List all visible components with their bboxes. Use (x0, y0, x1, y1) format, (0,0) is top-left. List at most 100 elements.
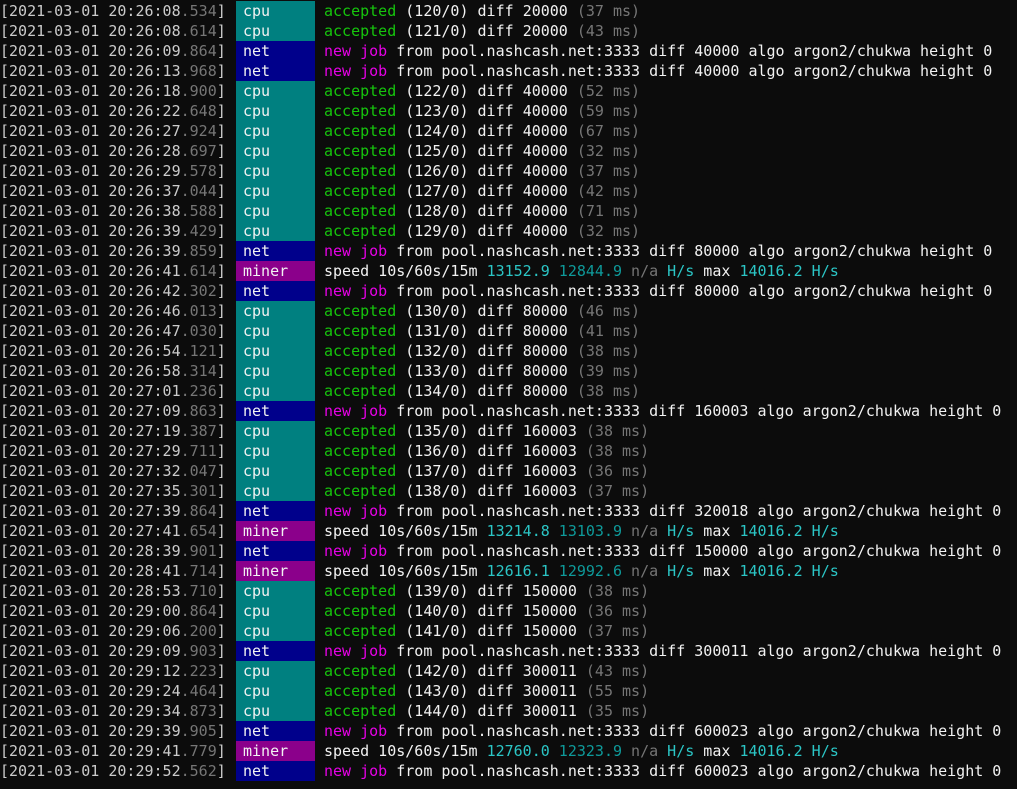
timestamp-ms: .859 (180, 242, 217, 260)
log-message: accepted (131/0) diff 80000 (41 ms) (324, 321, 640, 341)
log-line: [2021-03-01 20:27:19.387] cpu accepted (13… (0, 421, 1017, 441)
timestamp-text: [2021-03-01 20:29:06 (0, 622, 181, 640)
timestamp-ms: .648 (180, 102, 217, 120)
difficulty-value: 160003 (522, 482, 577, 500)
latency-value: (36 ms) (576, 462, 650, 480)
job-details: from pool.nashcash.net:3333 diff 600023 … (387, 762, 1002, 780)
log-message: new job from pool.nashcash.net:3333 diff… (324, 501, 1001, 521)
job-details: from pool.nashcash.net:3333 diff 600023 … (387, 722, 1002, 740)
log-timestamp: [2021-03-01 20:26:09.864] (0, 41, 226, 61)
timestamp-text: [2021-03-01 20:27:32 (0, 462, 181, 480)
new-job-label: new job (324, 42, 388, 60)
log-line: [2021-03-01 20:26:08.534] cpu accepted (12… (0, 1, 1017, 21)
latency-value: (41 ms) (567, 322, 641, 340)
timestamp-text: [2021-03-01 20:29:09 (0, 642, 181, 660)
log-line: [2021-03-01 20:26:39.859] net new job from… (0, 241, 1017, 261)
log-timestamp: [2021-03-01 20:27:09.863] (0, 401, 226, 421)
log-tag-cpu: cpu (236, 141, 315, 161)
log-timestamp: [2021-03-01 20:26:37.044] (0, 181, 226, 201)
log-timestamp: [2021-03-01 20:27:41.654] (0, 521, 226, 541)
timestamp-ms: .901 (180, 542, 217, 560)
accepted-label: accepted (324, 122, 397, 140)
latency-value: (38 ms) (576, 582, 650, 600)
timestamp-bracket: ] (216, 222, 226, 240)
share-count: (136/0) diff (396, 442, 523, 460)
accepted-label: accepted (324, 422, 397, 440)
share-count: (140/0) diff (396, 602, 523, 620)
timestamp-bracket: ] (216, 482, 226, 500)
log-timestamp: [2021-03-01 20:29:06.200] (0, 621, 226, 641)
timestamp-ms: .429 (180, 222, 217, 240)
log-tag-cpu: cpu (236, 661, 315, 681)
log-message: accepted (138/0) diff 160003 (37 ms) (324, 481, 649, 501)
share-count: (126/0) diff (396, 162, 523, 180)
log-timestamp: [2021-03-01 20:26:47.030] (0, 321, 226, 341)
timestamp-text: [2021-03-01 20:26:58 (0, 362, 181, 380)
log-message: speed 10s/60s/15m 13214.8 13103.9 n/a H/… (324, 521, 839, 541)
timestamp-text: [2021-03-01 20:26:28 (0, 142, 181, 160)
log-message: speed 10s/60s/15m 13152.9 12844.9 n/a H/… (324, 261, 839, 281)
log-message: accepted (141/0) diff 150000 (37 ms) (324, 621, 649, 641)
log-timestamp: [2021-03-01 20:29:24.464] (0, 681, 226, 701)
timestamp-bracket: ] (216, 302, 226, 320)
log-line: [2021-03-01 20:29:39.905] net new job from… (0, 721, 1017, 741)
difficulty-value: 40000 (522, 102, 568, 120)
timestamp-text: [2021-03-01 20:26:39 (0, 222, 181, 240)
accepted-label: accepted (324, 582, 397, 600)
timestamp-text: [2021-03-01 20:26:29 (0, 162, 181, 180)
accepted-label: accepted (324, 222, 397, 240)
log-message: accepted (123/0) diff 40000 (59 ms) (324, 101, 640, 121)
log-message: new job from pool.nashcash.net:3333 diff… (324, 61, 992, 81)
timestamp-text: [2021-03-01 20:26:22 (0, 102, 181, 120)
difficulty-value: 40000 (522, 222, 568, 240)
difficulty-value: 80000 (522, 322, 568, 340)
log-timestamp: [2021-03-01 20:29:12.223] (0, 661, 226, 681)
timestamp-ms: .779 (180, 742, 217, 760)
job-details: from pool.nashcash.net:3333 diff 300011 … (387, 642, 1002, 660)
timestamp-text: [2021-03-01 20:27:09 (0, 402, 181, 420)
log-tag-cpu: cpu (236, 701, 315, 721)
latency-value: (55 ms) (576, 682, 650, 700)
hashrate-10s: 12760.0 (486, 742, 550, 760)
timestamp-text: [2021-03-01 20:26:08 (0, 22, 181, 40)
accepted-label: accepted (324, 442, 397, 460)
difficulty-value: 160003 (522, 462, 577, 480)
terminal-window[interactable]: [2021-03-01 20:26:08.534] cpu accepted (12… (0, 0, 1017, 789)
timestamp-ms: .864 (180, 42, 217, 60)
timestamp-ms: .614 (180, 262, 217, 280)
log-message: new job from pool.nashcash.net:3333 diff… (324, 721, 1001, 741)
timestamp-text: [2021-03-01 20:26:38 (0, 202, 181, 220)
log-tag-cpu: cpu (236, 121, 315, 141)
timestamp-text: [2021-03-01 20:29:00 (0, 602, 181, 620)
timestamp-text: [2021-03-01 20:26:37 (0, 182, 181, 200)
new-job-label: new job (324, 282, 388, 300)
job-details: from pool.nashcash.net:3333 diff 320018 … (387, 502, 1002, 520)
log-tag-cpu: cpu (236, 341, 315, 361)
log-message: new job from pool.nashcash.net:3333 diff… (324, 41, 992, 61)
log-timestamp: [2021-03-01 20:26:54.121] (0, 341, 226, 361)
log-tag-net: net (236, 721, 315, 741)
log-line: [2021-03-01 20:26:08.614] cpu accepted (12… (0, 21, 1017, 41)
difficulty-value: 40000 (522, 142, 568, 160)
max-label: max (694, 742, 740, 760)
latency-value: (43 ms) (576, 662, 650, 680)
timestamp-bracket: ] (216, 82, 226, 100)
log-timestamp: [2021-03-01 20:28:39.901] (0, 541, 226, 561)
share-count: (127/0) diff (396, 182, 523, 200)
timestamp-text: [2021-03-01 20:27:01 (0, 382, 181, 400)
log-tag-miner: miner (236, 741, 315, 761)
difficulty-value: 160003 (522, 422, 577, 440)
log-line: [2021-03-01 20:29:41.779] miner speed 10s/… (0, 741, 1017, 761)
timestamp-text: [2021-03-01 20:27:35 (0, 482, 181, 500)
log-message: accepted (124/0) diff 40000 (67 ms) (324, 121, 640, 141)
timestamp-bracket: ] (216, 742, 226, 760)
hashrate-unit: H/s (658, 262, 695, 280)
job-details: from pool.nashcash.net:3333 diff 160003 … (387, 402, 1002, 420)
log-timestamp: [2021-03-01 20:29:34.873] (0, 701, 226, 721)
timestamp-text: [2021-03-01 20:26:09 (0, 42, 181, 60)
log-timestamp: [2021-03-01 20:27:19.387] (0, 421, 226, 441)
timestamp-bracket: ] (216, 242, 226, 260)
share-count: (123/0) diff (396, 102, 523, 120)
log-tag-cpu: cpu (236, 161, 315, 181)
log-line: [2021-03-01 20:26:28.697] cpu accepted (12… (0, 141, 1017, 161)
